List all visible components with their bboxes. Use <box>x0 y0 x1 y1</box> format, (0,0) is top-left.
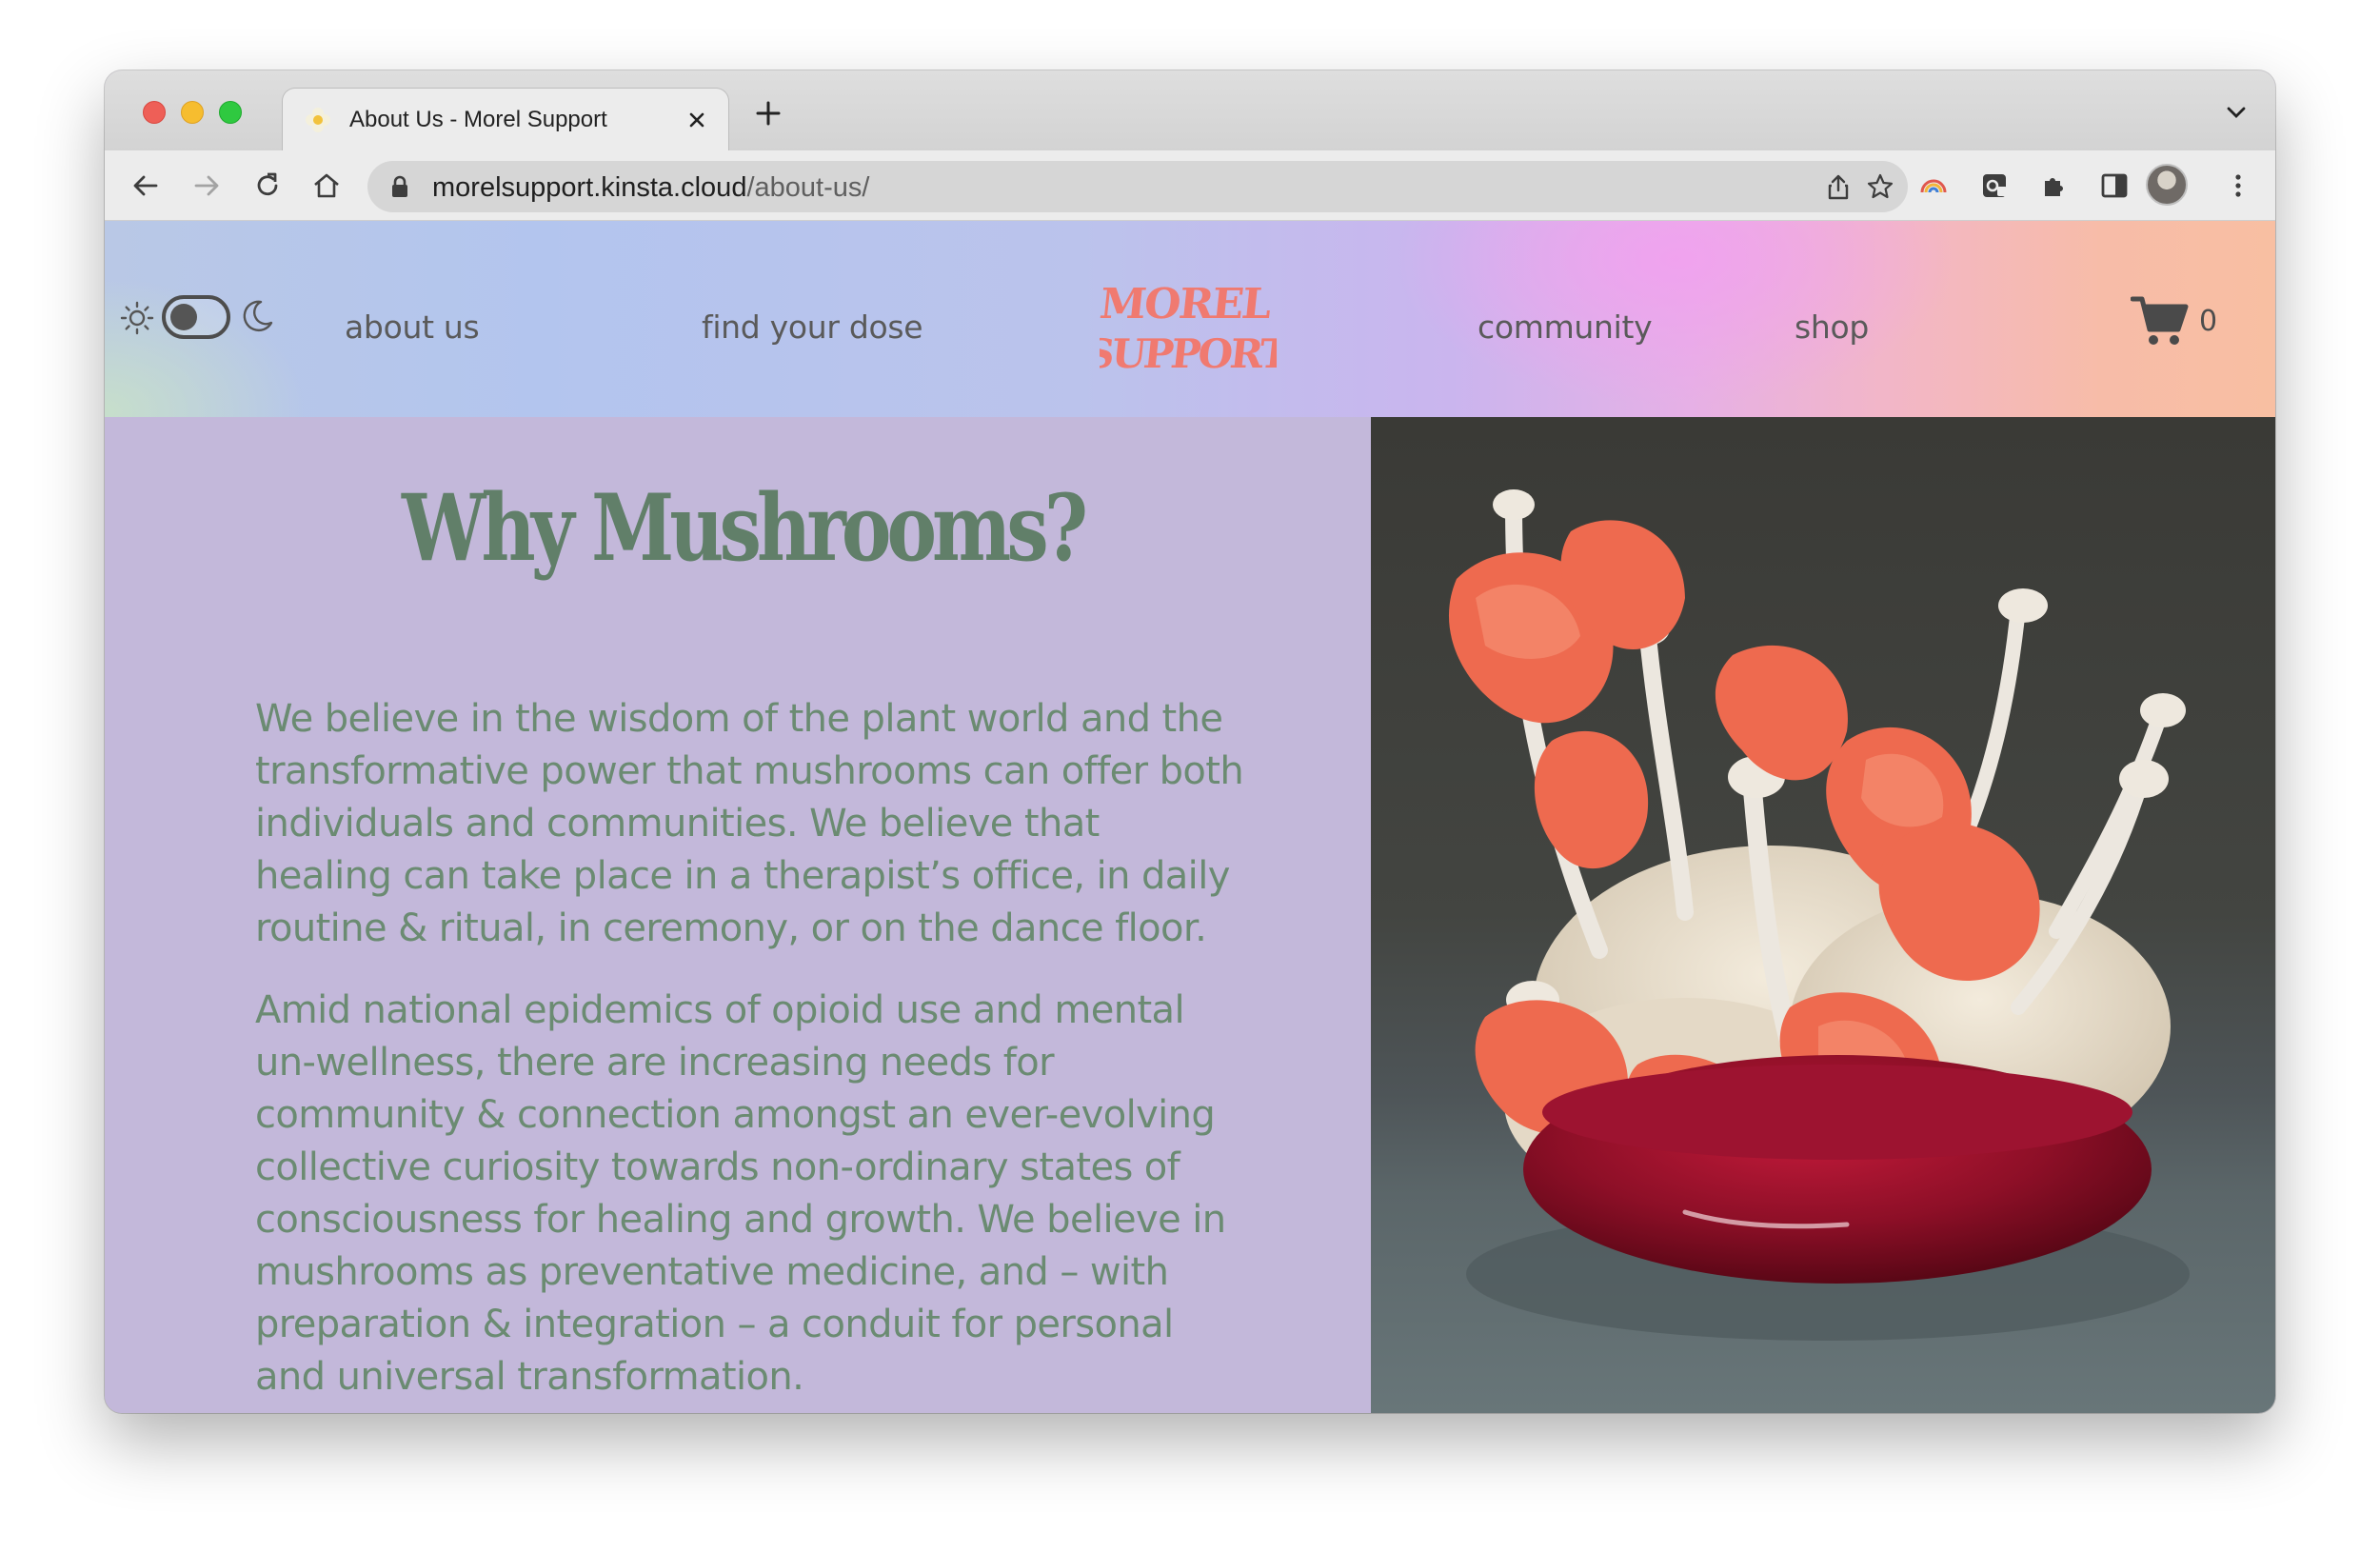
flower-favicon-icon <box>306 108 330 132</box>
nav-find-your-dose[interactable]: find your dose <box>702 309 923 346</box>
toggle-knob <box>170 304 197 330</box>
site-header: about us find your dose MOREL SUPPORT co… <box>105 221 2275 417</box>
url-path: /about-us/ <box>746 172 870 203</box>
mission-paragraph: Amid national epidemics of opioid use an… <box>255 988 1226 1399</box>
reload-icon[interactable] <box>251 169 284 202</box>
mushroom-photo <box>1371 417 2275 1413</box>
cart-count: 0 <box>2199 305 2218 338</box>
nav-community[interactable]: community <box>1478 309 1653 346</box>
nav-about-us[interactable]: about us <box>345 309 480 346</box>
tab-title: About Us - Morel Support <box>349 107 607 132</box>
home-icon[interactable] <box>310 169 343 202</box>
back-icon[interactable] <box>129 169 162 202</box>
puzzle-extension-icon[interactable] <box>2037 169 2070 202</box>
morel-support-logo[interactable]: MOREL SUPPORT <box>1100 272 1277 377</box>
close-window-button[interactable] <box>143 101 166 124</box>
maximize-window-button[interactable] <box>219 101 242 124</box>
sidebar-icon[interactable] <box>2098 169 2131 202</box>
sun-icon[interactable] <box>120 301 154 335</box>
svg-text:MOREL: MOREL <box>1100 280 1274 329</box>
mushroom-arrangement-image <box>1448 489 2190 1341</box>
profile-avatar[interactable] <box>2146 164 2188 206</box>
dark-mode-toggle[interactable] <box>162 295 230 339</box>
address-bar[interactable]: morelsupport.kinsta.cloud/about-us/ <box>367 161 1908 212</box>
lock-icon <box>392 175 407 197</box>
minimize-window-button[interactable] <box>181 101 204 124</box>
nav-shop[interactable]: shop <box>1795 309 1869 346</box>
forward-icon[interactable] <box>190 169 223 202</box>
url-host: morelsupport.kinsta.cloud <box>432 172 747 203</box>
close-tab-icon[interactable] <box>683 106 711 134</box>
browser-tab[interactable]: About Us - Morel Support <box>282 88 729 150</box>
extension-icon[interactable] <box>1978 169 2011 202</box>
about-text-panel: Why Mushrooms? We believe in the wisdom … <box>105 417 1371 1413</box>
menu-icon[interactable] <box>2222 169 2254 202</box>
intro-paragraph: We believe in the wisdom of the plant wo… <box>255 697 1244 950</box>
cart-icon[interactable] <box>2131 293 2190 348</box>
share-icon[interactable] <box>1824 172 1853 201</box>
svg-text:SUPPORT: SUPPORT <box>1100 329 1277 377</box>
page-heading: Why Mushrooms? <box>401 474 1088 582</box>
tab-bar: About Us - Morel Support <box>105 70 2275 150</box>
star-icon[interactable] <box>1866 172 1894 201</box>
rainbow-extension-icon[interactable] <box>1917 169 1950 202</box>
chevron-down-icon[interactable] <box>2226 105 2247 120</box>
url-text: morelsupport.kinsta.cloud/about-us/ <box>432 172 869 204</box>
browser-window: About Us - Morel Support morelsupport.ki… <box>105 70 2275 1413</box>
new-tab-icon[interactable] <box>752 97 784 129</box>
moon-icon[interactable] <box>238 297 276 335</box>
browser-toolbar: morelsupport.kinsta.cloud/about-us/ <box>105 150 2275 221</box>
